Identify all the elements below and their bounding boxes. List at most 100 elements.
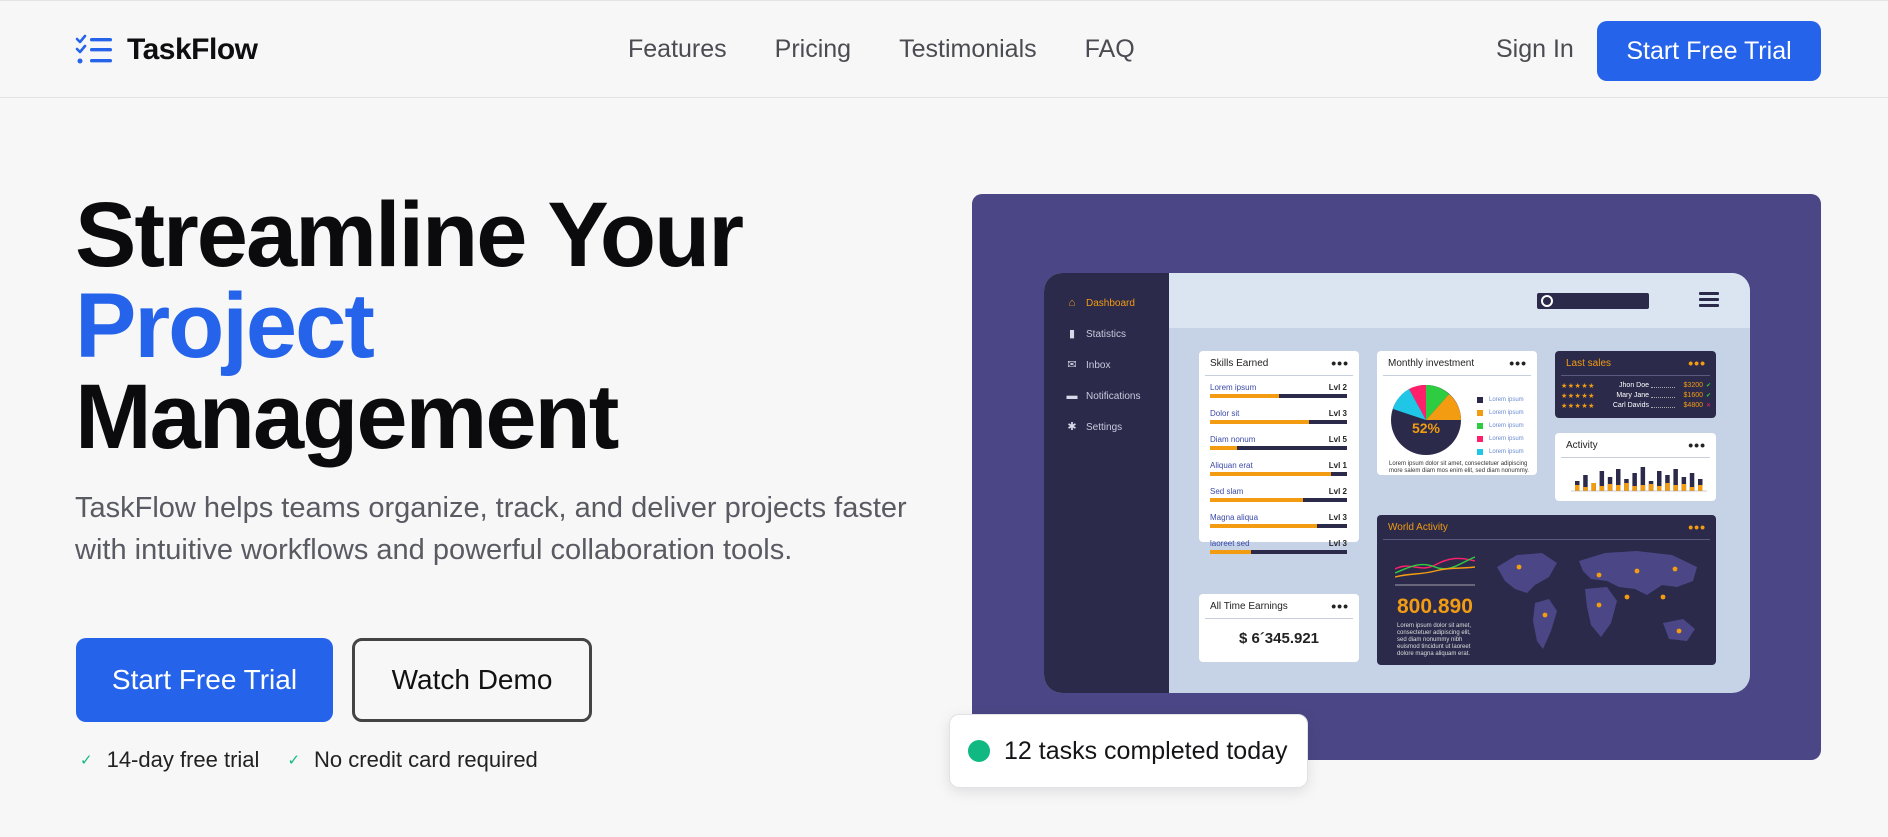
- skill-row: laoreet sed Lvl 3: [1210, 539, 1347, 554]
- earnings-card: All Time Earnings ••• $ 6´345.921: [1199, 594, 1359, 662]
- activity-card: Activity •••: [1555, 433, 1716, 501]
- checklist-icon: [75, 34, 112, 64]
- more-icon: •••: [1331, 355, 1349, 371]
- star-rating-icon: ★★★★★: [1561, 403, 1595, 410]
- activity-bar-segment: [1607, 484, 1613, 491]
- check-icon: ✓: [80, 752, 93, 769]
- skill-row: Sed slam Lvl 2: [1210, 487, 1347, 502]
- sidebar-item-notifications: ▬ Notifications: [1066, 390, 1141, 402]
- legend-label: Lorem ipsum: [1489, 436, 1524, 442]
- sale-status-icon: ✕: [1705, 403, 1711, 409]
- trend-lines: [1395, 556, 1475, 586]
- sidebar-item-dashboard: ⌂ Dashboard: [1066, 297, 1135, 309]
- watch-demo-button[interactable]: Watch Demo: [352, 638, 592, 722]
- sale-status-icon: ✔: [1705, 393, 1711, 399]
- mail-icon: ✉: [1067, 359, 1077, 371]
- skill-bar-fill: [1210, 524, 1317, 528]
- skill-level: Lvl 2: [1328, 383, 1347, 392]
- nav-features[interactable]: Features: [628, 35, 727, 64]
- legend-item: Lorem ipsum: [1477, 397, 1524, 403]
- dashboard-sidebar: ⌂ Dashboard ▮ Statistics ✉ Inbox ▬ Notificat…: [1044, 273, 1169, 693]
- skill-bar-fill: [1210, 420, 1309, 424]
- activity-bar-segment: [1698, 485, 1703, 491]
- nav-pricing[interactable]: Pricing: [775, 35, 851, 64]
- activity-chart: [1571, 467, 1707, 492]
- check-icon: ✓: [287, 752, 301, 769]
- skill-level: Lvl 1: [1328, 461, 1347, 470]
- investment-card: Monthly investment ••• 52% Lorem ipsum d…: [1377, 351, 1537, 475]
- skill-label: Aliquan erat: [1210, 461, 1253, 470]
- sidebar-item-label: Notifications: [1086, 390, 1141, 402]
- more-icon: •••: [1688, 355, 1706, 371]
- nav-testimonials[interactable]: Testimonials: [899, 35, 1037, 64]
- sidebar-item-settings: ✱ Settings: [1066, 421, 1122, 433]
- skill-row: Lorem ipsum Lvl 2: [1210, 383, 1347, 398]
- skill-bar-fill: [1210, 394, 1279, 398]
- skill-bar: [1210, 550, 1347, 554]
- skill-row: Dolor sit Lvl 3: [1210, 409, 1347, 424]
- skill-level: Lvl 2: [1328, 487, 1347, 496]
- sale-row: ★★★★★ Carl Davids $4800 ✕: [1561, 402, 1711, 410]
- nav-faq[interactable]: FAQ: [1085, 35, 1135, 64]
- status-dot-icon: [968, 740, 990, 762]
- activity-bar-segment: [1624, 483, 1629, 491]
- card-title: Monthly investment: [1388, 358, 1475, 369]
- sale-amount: $4800: [1683, 402, 1703, 409]
- hero-subtitle: TaskFlow helps teams organize, track, an…: [75, 492, 907, 566]
- legend-label: Lorem ipsum: [1489, 397, 1524, 403]
- perk-label: No credit card required: [314, 747, 538, 772]
- pie-center-label: 52%: [1412, 420, 1441, 436]
- perk-label: 14-day free trial: [106, 747, 260, 772]
- activity-bar-segment: [1632, 486, 1637, 491]
- world-activity-value: 800.890: [1397, 595, 1473, 618]
- sidebar-item-label: Settings: [1086, 421, 1123, 433]
- logo[interactable]: TaskFlow: [75, 33, 258, 67]
- perks-list: ✓ 14-day free trial ✓ No credit card req…: [80, 747, 538, 773]
- skill-row: Diam nonum Lvl 5: [1210, 435, 1347, 450]
- legend-item: Lorem ipsum: [1477, 436, 1524, 442]
- legend-label: Lorem ipsum: [1489, 410, 1524, 416]
- skill-bar: [1210, 394, 1347, 398]
- dashboard-mockup: ⌂ Dashboard ▮ Statistics ✉ Inbox ▬ Notificat…: [1044, 273, 1750, 693]
- world-caption: Lorem ipsum dolor sit amet, consectetuer…: [1397, 623, 1472, 657]
- skill-bar: [1210, 472, 1347, 476]
- card-title: All Time Earnings: [1210, 601, 1288, 612]
- sidebar-item-inbox: ✉ Inbox: [1066, 359, 1110, 371]
- hero-title: Streamline Your Project Management: [75, 184, 744, 468]
- skill-label: laoreet sed: [1210, 539, 1250, 548]
- activity-bar-segment: [1665, 483, 1670, 491]
- dashboard-topbar: [1169, 273, 1750, 328]
- toast-text: 12 tasks completed today: [1004, 736, 1288, 765]
- activity-bar-segment: [1689, 487, 1695, 491]
- skill-bar-fill: [1210, 550, 1252, 554]
- more-icon: •••: [1331, 598, 1349, 614]
- skill-level: Lvl 3: [1328, 409, 1347, 418]
- header-start-trial-button[interactable]: Start Free Trial: [1597, 21, 1821, 81]
- sidebar-item-label: Dashboard: [1086, 297, 1135, 309]
- skill-label: Sed slam: [1210, 487, 1244, 496]
- skill-label: Lorem ipsum: [1210, 383, 1257, 392]
- activity-bar-segment: [1681, 484, 1687, 491]
- hero-title-line1: Streamline Your: [75, 184, 744, 286]
- sale-name: Jhon Doe: [1619, 382, 1649, 389]
- activity-bar-segment: [1648, 484, 1654, 491]
- skill-bar: [1210, 498, 1347, 502]
- legend-item: Lorem ipsum: [1477, 410, 1524, 416]
- hero-title-line3: Management: [75, 366, 619, 468]
- tasks-toast: 12 tasks completed today: [949, 714, 1308, 788]
- star-rating-icon: ★★★★★: [1561, 383, 1595, 390]
- sign-in-link[interactable]: Sign In: [1496, 35, 1574, 64]
- hero-illustration: ⌂ Dashboard ▮ Statistics ✉ Inbox ▬ Notificat…: [972, 194, 1821, 760]
- skill-label: Dolor sit: [1210, 409, 1240, 418]
- hero-title-line2: Project: [75, 275, 375, 377]
- more-icon: •••: [1688, 519, 1706, 535]
- skill-bar-fill: [1210, 472, 1331, 476]
- sale-amount: $1600: [1683, 392, 1703, 399]
- skill-bar-fill: [1210, 446, 1238, 450]
- activity-bar-segment: [1616, 485, 1621, 491]
- legend-label: Lorem ipsum: [1489, 449, 1524, 455]
- start-trial-button[interactable]: Start Free Trial: [76, 638, 333, 722]
- home-icon: ⌂: [1068, 297, 1076, 309]
- sale-status-icon: ✔: [1705, 383, 1711, 389]
- activity-bar-segment: [1640, 485, 1646, 491]
